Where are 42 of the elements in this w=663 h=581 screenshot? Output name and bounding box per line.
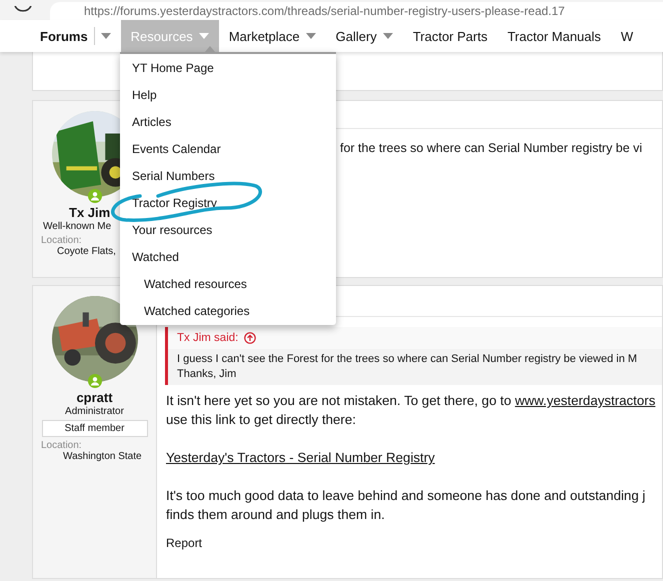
caret-icon — [100, 33, 111, 39]
report-link[interactable]: Report — [166, 536, 202, 550]
post-text: It's too much good data to leave behind and someone has done and outstanding j — [166, 487, 646, 505]
location-label: Location: — [41, 235, 82, 246]
site-link[interactable]: www.yesterdaystractors — [514, 393, 656, 408]
post-text: It isn't here yet so you are not mistaken. To get there, go to www.yesterdaystractors — [166, 392, 656, 410]
caret-icon — [306, 33, 316, 39]
nav-tab[interactable]: W — [610, 20, 644, 52]
location-label: Location: — [41, 440, 82, 451]
menu-item[interactable]: Serial Numbers — [120, 163, 336, 190]
post-text: finds them around and plugs them in. — [166, 506, 385, 524]
quote-text: I guess I can't see the Forest for the trees so where can Serial Number registry be viewed in M — [177, 352, 638, 367]
caret-icon — [198, 33, 209, 39]
location-value: Coyote Flats, — [57, 246, 116, 257]
quote-text: Thanks, Jim — [177, 367, 236, 382]
user-name[interactable]: Tx Jim — [69, 205, 110, 220]
menu-item[interactable]: Watched — [120, 244, 336, 271]
nav-tab[interactable]: Gallery — [326, 20, 403, 52]
menu-item[interactable]: Tractor Registry — [120, 190, 336, 217]
nav-tab[interactable]: Tractor Parts — [402, 20, 498, 52]
up-arrow-icon[interactable] — [244, 332, 256, 344]
registry-link[interactable]: Yesterday's Tractors - Serial Number Registry — [166, 450, 435, 465]
user-name[interactable]: cpratt — [76, 390, 113, 405]
post-text: for the trees so where can Serial Number registry be vi — [340, 141, 642, 155]
menu-item[interactable]: YT Home Page — [120, 55, 336, 82]
menu-item[interactable]: Help — [120, 82, 336, 109]
quote-author[interactable]: Tx Jim said: — [177, 332, 238, 344]
menu-item[interactable]: Watched resources — [120, 271, 336, 298]
nav-tab[interactable]: Forums — [30, 20, 121, 52]
menu-item[interactable]: Articles — [120, 109, 336, 136]
post-text: use this link to get directly there: — [166, 411, 356, 429]
address-field[interactable]: https://forums.yesterdaystractors.com/threads/serial-number-registry-users-please-read.17 — [50, 2, 663, 20]
caret-icon — [382, 33, 393, 39]
nav-tab[interactable]: Tractor Manuals — [497, 20, 611, 52]
menu-item[interactable]: Watched categories — [120, 298, 336, 325]
menu-item[interactable]: Your resources — [120, 217, 336, 244]
user-title: Administrator — [65, 406, 124, 417]
user-title: Well-known Me — [43, 221, 112, 232]
location-value: Washington State — [63, 451, 142, 462]
nav-tab[interactable]: Marketplace — [218, 20, 326, 52]
menu-item[interactable]: Events Calendar — [120, 136, 336, 163]
staff-badge: Staff member — [42, 420, 148, 437]
